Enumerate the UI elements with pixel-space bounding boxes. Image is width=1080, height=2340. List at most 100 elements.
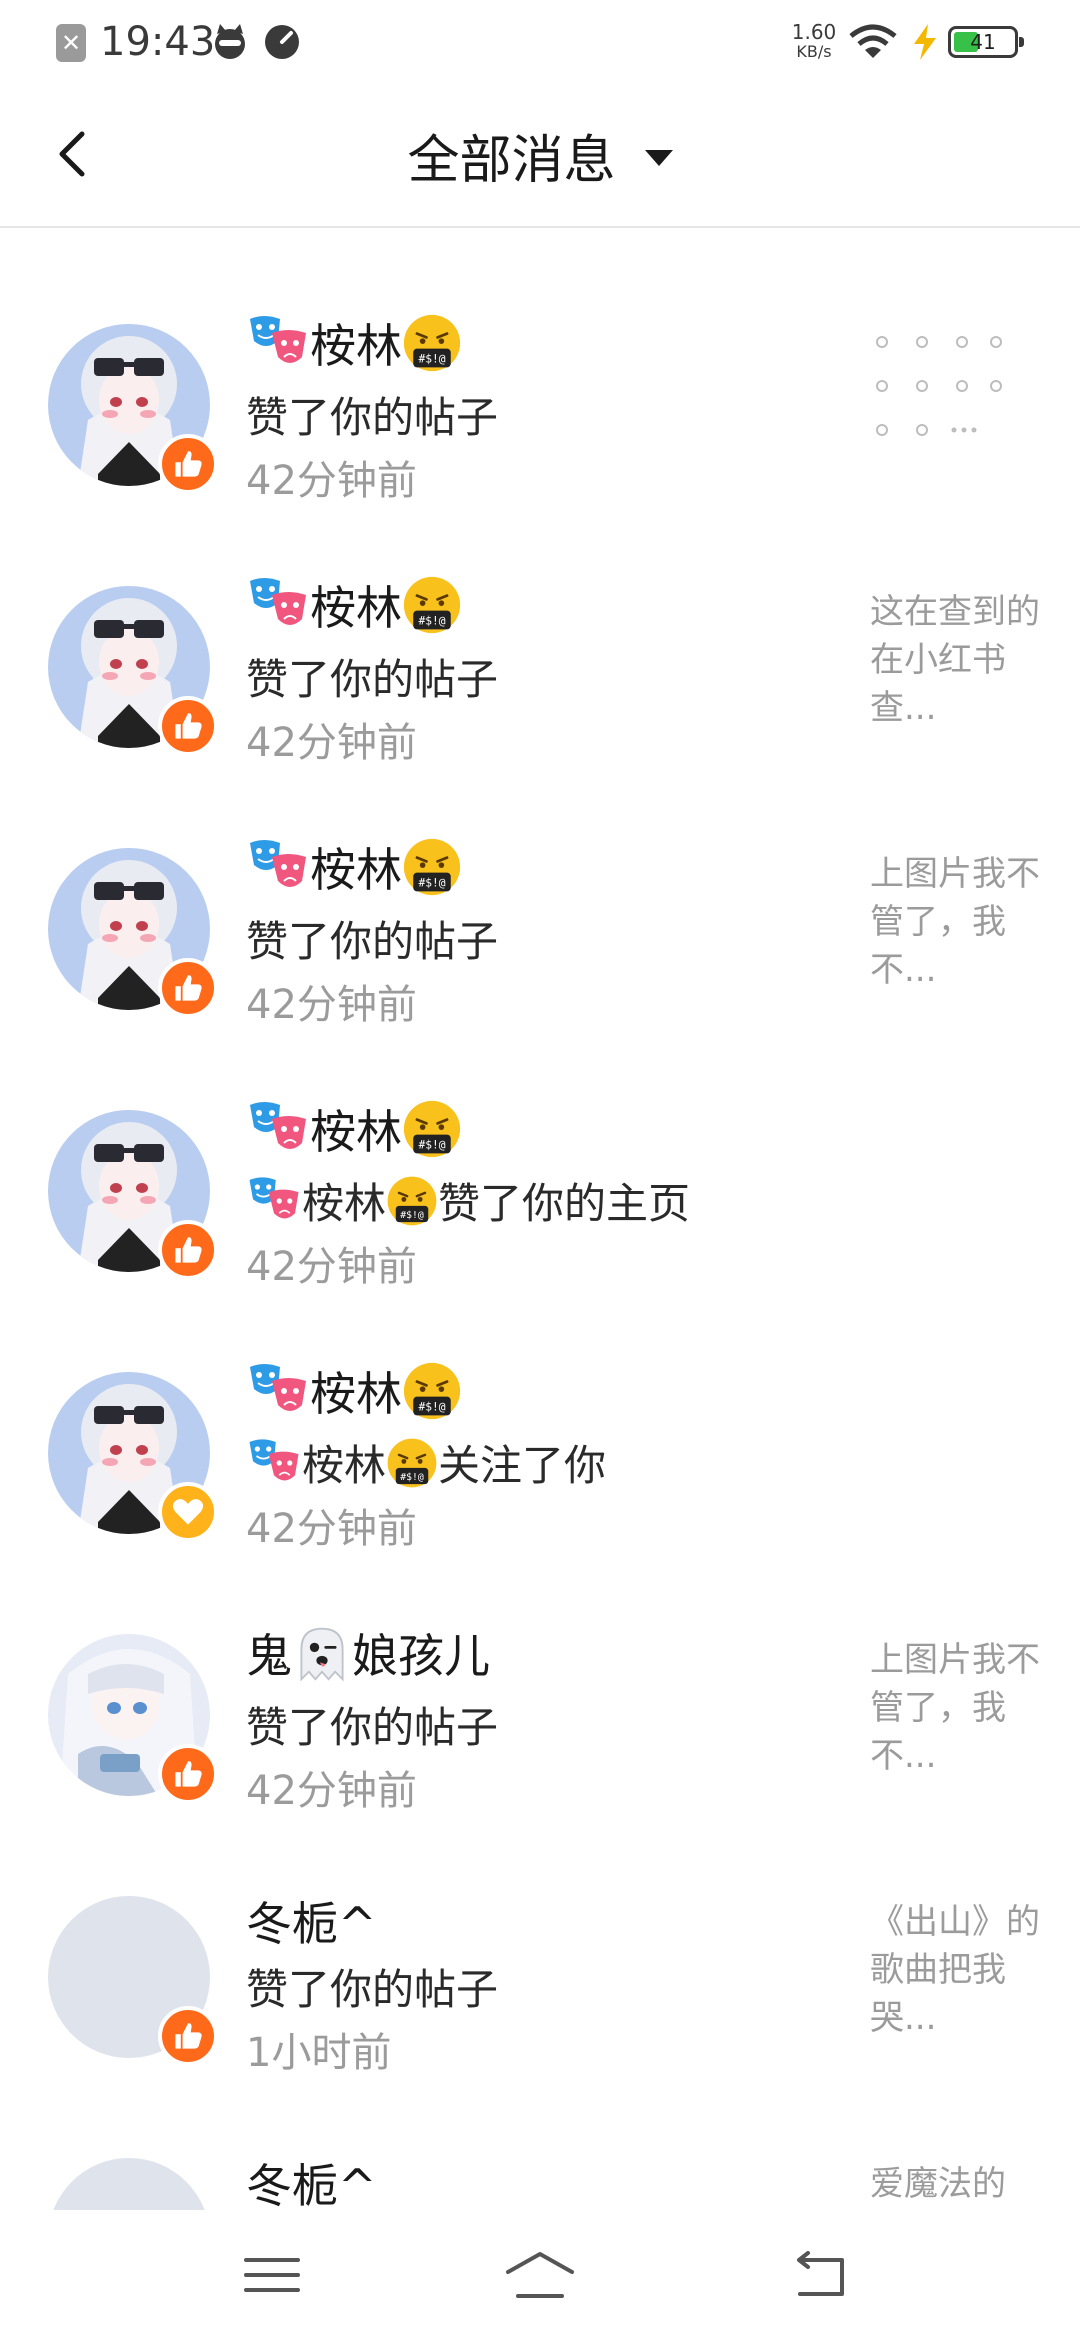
masks-emoji-icon (246, 1097, 310, 1161)
battery-icon: 41 (948, 26, 1024, 58)
message-item[interactable]: 桉林 桉林 赞了你的主页 42分钟前 (0, 1086, 1080, 1348)
message-item[interactable]: 桉林 赞了你的帖子 42分钟前 这在查到的在小红书查... (0, 562, 1080, 824)
timestamp: 42分钟前 (246, 458, 417, 504)
timestamp: 42分钟前 (246, 1506, 417, 1552)
post-preview[interactable]: 上图片我不管了，我不... (870, 1636, 1040, 1780)
username[interactable]: 桉林 (246, 834, 462, 900)
post-preview[interactable]: 这在查到的在小红书查... (870, 588, 1040, 732)
cursing-emoji-icon (402, 1099, 462, 1159)
thumbs-up-icon (170, 2018, 206, 2054)
username-text: 冬栀^ (246, 1897, 377, 1951)
thumbs-up-icon (170, 446, 206, 482)
username-text-start: 鬼 (246, 1629, 292, 1683)
action-actor: 桉林 (302, 1179, 387, 1228)
follow-badge (158, 1482, 218, 1542)
masks-emoji-icon (246, 311, 310, 375)
timestamp: 42分钟前 (246, 720, 417, 766)
like-badge (158, 1744, 218, 1804)
avatar[interactable] (48, 2158, 210, 2210)
cursing-emoji-icon (402, 837, 462, 897)
username-text: 桉林 (310, 1105, 402, 1159)
username-text: 桉林 (310, 581, 402, 635)
heart-icon (170, 1494, 206, 1530)
message-item[interactable]: 桉林 赞了你的帖子 42分钟前 上图片我不管了，我不... (0, 824, 1080, 1086)
username[interactable]: 桉林 (246, 310, 462, 376)
caret-down-icon (644, 149, 673, 166)
status-bar: ✕ 19:43 1.60 KB/s 41 (0, 0, 1080, 84)
cursing-emoji-icon (402, 313, 462, 373)
action-text: 赞了你的帖子 (246, 1703, 499, 1752)
action-verb: 关注了你 (438, 1441, 607, 1490)
message-item[interactable]: 冬栀^ 爱魔法的 (0, 2134, 1080, 2210)
cursing-emoji-icon (386, 1175, 438, 1227)
masks-emoji-icon (246, 1173, 302, 1229)
home-icon[interactable] (500, 2240, 580, 2310)
username[interactable]: 桉林 (246, 572, 462, 638)
username-text: 桉林 (310, 843, 402, 897)
action-text: 桉林 赞了你的主页 (246, 1170, 690, 1231)
battery-level: 41 (970, 30, 996, 54)
action-text: 赞了你的帖子 (246, 393, 499, 442)
cat-app-icon (215, 24, 245, 59)
timestamp: 42分钟前 (246, 982, 417, 1028)
action-actor: 桉林 (302, 1441, 387, 1490)
charging-bolt-icon (914, 24, 936, 60)
network-speed-value: 1.60 (791, 20, 837, 44)
message-item[interactable]: 桉林 赞了你的帖子 42分钟前 (0, 300, 1080, 562)
username-text: 冬栀^ (246, 2159, 377, 2210)
notification-close-icon: ✕ (56, 24, 86, 62)
username[interactable]: 鬼 娘孩儿 (246, 1620, 490, 1686)
cursing-emoji-icon (386, 1437, 438, 1489)
thumbs-up-icon (170, 1232, 206, 1268)
like-badge (158, 434, 218, 494)
wifi-icon (849, 24, 897, 58)
header: 全部消息 (0, 84, 1080, 228)
status-time: 19:43 (100, 19, 216, 65)
gauge-app-icon (265, 25, 299, 59)
username[interactable]: 桉林 (246, 1358, 462, 1424)
thumbs-up-icon (170, 1756, 206, 1792)
username[interactable]: 冬栀^ (246, 1888, 377, 1954)
preview-thumbnail-icon[interactable] (872, 330, 1012, 440)
masks-emoji-icon (246, 1435, 302, 1491)
like-badge (158, 958, 218, 1018)
action-text: 赞了你的帖子 (246, 655, 499, 704)
username[interactable]: 桉林 (246, 1096, 462, 1162)
action-text: 桉林 关注了你 (246, 1432, 606, 1493)
cursing-emoji-icon (402, 575, 462, 635)
message-item[interactable]: 鬼 娘孩儿 赞了你的帖子 42分钟前 上图片我不管了，我不... (0, 1610, 1080, 1872)
like-badge (158, 696, 218, 756)
username-text-end: 娘孩儿 (352, 1629, 490, 1683)
system-navigation-bar (0, 2210, 1080, 2340)
back-nav-icon[interactable] (782, 2240, 862, 2310)
timestamp: 42分钟前 (246, 1244, 417, 1290)
action-text: 赞了你的帖子 (246, 1965, 499, 2014)
cursing-emoji-icon (402, 1361, 462, 1421)
message-list[interactable]: 桉林 赞了你的帖子 42分钟前 桉林 赞了你的帖子 42分钟前 这在查到的在小红… (0, 228, 1080, 2210)
post-preview[interactable]: 爱魔法的 (870, 2160, 1040, 2208)
username[interactable]: 冬栀^ (246, 2150, 377, 2210)
like-badge (158, 2006, 218, 2066)
masks-emoji-icon (246, 835, 310, 899)
menu-icon[interactable] (232, 2240, 312, 2310)
network-speed: 1.60 KB/s (786, 22, 842, 62)
timestamp: 1小时前 (246, 2030, 392, 2076)
like-badge (158, 1220, 218, 1280)
masks-emoji-icon (246, 1359, 310, 1423)
username-text: 桉林 (310, 1367, 402, 1421)
post-preview[interactable]: 上图片我不管了，我不... (870, 850, 1040, 994)
page-title: 全部消息 (407, 131, 616, 191)
message-filter-dropdown[interactable]: 全部消息 (0, 118, 1080, 193)
thumbs-up-icon (170, 970, 206, 1006)
masks-emoji-icon (246, 573, 310, 637)
message-item[interactable]: 桉林 桉林 关注了你 42分钟前 (0, 1348, 1080, 1610)
action-verb: 赞了你的主页 (438, 1179, 691, 1228)
post-preview[interactable]: 《出山》的歌曲把我哭... (870, 1898, 1040, 2042)
action-text: 赞了你的帖子 (246, 917, 499, 966)
ghost-emoji-icon (292, 1623, 352, 1683)
message-item[interactable]: 冬栀^ 赞了你的帖子 1小时前 《出山》的歌曲把我哭... (0, 1872, 1080, 2134)
thumbs-up-icon (170, 708, 206, 744)
username-text: 桉林 (310, 319, 402, 373)
network-speed-unit: KB/s (796, 42, 832, 61)
timestamp: 42分钟前 (246, 1768, 417, 1814)
